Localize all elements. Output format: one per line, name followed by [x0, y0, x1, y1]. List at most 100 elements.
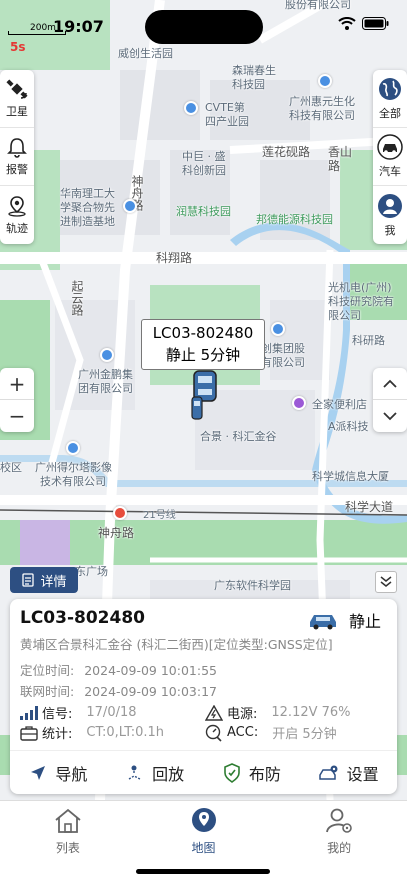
route-icon — [128, 765, 141, 780]
alarm-button[interactable]: 报警 — [0, 128, 34, 186]
tab-list[interactable]: 列表 — [0, 801, 136, 883]
tab-list-label: 列表 — [55, 841, 80, 855]
satellite-icon — [6, 79, 28, 99]
arm-label: 布防 — [248, 764, 281, 784]
vehicle-status: 静止 — [307, 608, 381, 632]
location-pin-icon — [8, 195, 26, 217]
vehicle-status-text: 静止 — [348, 612, 381, 631]
vehicle-info-bubble[interactable]: LC03-802480 静止 5分钟 — [141, 319, 265, 370]
poi-marker-icon[interactable] — [123, 199, 137, 213]
map-label: 森瑞春生 — [232, 64, 276, 77]
briefcase-icon — [20, 725, 38, 741]
power-label: 电源: — [227, 707, 258, 722]
next-vehicle-button[interactable] — [373, 400, 407, 432]
satellite-button[interactable]: 卫星 — [0, 70, 34, 128]
map-label: 威创生活园 — [118, 47, 173, 60]
net-time-label: 联网时间: — [20, 684, 75, 699]
arm-button[interactable]: 布防 — [204, 751, 301, 794]
zoom-in-button[interactable]: + — [0, 368, 34, 400]
navigate-label: 导航 — [55, 764, 88, 784]
globe-icon — [379, 78, 401, 100]
net-time-value: 2024-09-09 10:03:17 — [84, 684, 217, 699]
dynamic-island — [145, 10, 263, 44]
map-label: 润慧科技园 — [176, 205, 231, 218]
metro-station-icon[interactable] — [113, 506, 127, 520]
navigate-button[interactable]: 导航 — [10, 751, 107, 794]
vehicle-marker-icon[interactable] — [190, 369, 220, 421]
poi-marker-icon[interactable] — [66, 441, 80, 455]
track-button[interactable]: 轨迹 — [0, 186, 34, 244]
poi-marker-icon[interactable] — [292, 396, 306, 410]
map-label: 香山 — [328, 145, 353, 159]
poi-marker-icon[interactable] — [318, 74, 332, 88]
map-pin-icon — [191, 808, 216, 832]
user-settings-icon — [326, 808, 352, 833]
bubble-plate: LC03-802480 — [152, 324, 254, 342]
zoom-out-button[interactable]: − — [0, 400, 34, 432]
map-label: A派科技 — [328, 420, 369, 433]
battery-icon — [362, 17, 389, 30]
stats-label: 统计: — [42, 727, 73, 742]
tab-mine[interactable]: 我的 — [271, 801, 407, 883]
vehicle-address: 黄埔区合景科汇金谷 (科汇二街西)[定位类型:GNSS定位] — [20, 637, 333, 652]
map-label: 限公司 — [328, 309, 361, 322]
refresh-countdown: 5s — [10, 40, 26, 54]
map-label: 广州得尔塔影像 — [35, 461, 112, 474]
map-label: 广州金鹏集 — [78, 368, 133, 381]
stats-metric: 统计: CT:0,LT:0.1h — [20, 723, 164, 742]
net-time-row: 联网时间: 2024-09-09 10:03:17 — [20, 681, 217, 700]
acc-value: 开启 5分钟 — [272, 727, 337, 742]
playback-button[interactable]: 回放 — [107, 751, 204, 794]
signal-label: 信号: — [42, 707, 73, 722]
chevron-down-icon — [383, 412, 397, 421]
map-label: 技术有限公司 — [40, 475, 106, 488]
poi-marker-icon[interactable] — [271, 322, 285, 336]
map-label: 广州惠元生化 — [289, 95, 355, 108]
stats-value: CT:0,LT:0.1h — [86, 725, 165, 740]
map-label: 团有限公司 — [78, 382, 133, 395]
map-label: 学聚合物先 — [60, 201, 115, 214]
document-icon — [22, 573, 35, 587]
detail-tab-button[interactable]: 详情 — [10, 567, 78, 593]
filter-all-button[interactable]: 全部 — [373, 70, 407, 128]
acc-metric: ACC: 开启 5分钟 — [205, 723, 337, 742]
chevron-up-icon — [383, 379, 397, 388]
map-label: 21号线 — [143, 510, 176, 521]
car-status-icon — [309, 615, 336, 630]
power-warning-icon — [205, 704, 223, 721]
map-label: 神舟路 — [98, 526, 135, 540]
car-icon — [377, 134, 403, 160]
previous-vehicle-button[interactable] — [373, 368, 407, 400]
map-label: 合景 · 科汇金谷 — [200, 430, 277, 443]
settings-button[interactable]: 设置 — [300, 751, 397, 794]
power-metric: 电源: 12.12V 76% — [205, 703, 351, 722]
filter-me-label: 我 — [384, 223, 396, 237]
map-label: 东广场 — [75, 565, 108, 578]
signal-bars-icon — [20, 705, 38, 720]
home-icon — [55, 808, 81, 833]
detail-tab-label: 详情 — [40, 574, 67, 590]
locate-time-label: 定位时间: — [20, 663, 75, 678]
filter-car-label: 汽车 — [379, 165, 401, 178]
locate-time-row: 定位时间: 2024-09-09 10:01:55 — [20, 660, 217, 679]
map-label: CVTE第 — [205, 101, 245, 114]
home-indicator — [136, 869, 270, 874]
tab-mine-label: 我的 — [327, 841, 352, 855]
map-label: 科学城信息大厦 — [312, 470, 389, 483]
map-label: 中巨 · 盛 — [182, 150, 226, 163]
left-tool-panel: 卫星 报警 轨迹 — [0, 70, 34, 244]
poi-marker-icon[interactable] — [100, 348, 114, 362]
status-icons — [338, 17, 389, 30]
map-label: 科技有限公司 — [289, 109, 355, 122]
power-value: 12.12V 76% — [271, 705, 351, 720]
wifi-icon — [338, 17, 356, 30]
filter-car-button[interactable]: 汽车 — [373, 128, 407, 186]
vehicle-detail-card: LC03-802480 静止 黄埔区合景科汇金谷 (科汇二街西)[定位类型:GN… — [10, 599, 397, 794]
collapse-panel-button[interactable] — [375, 571, 397, 593]
alarm-label: 报警 — [6, 163, 28, 176]
shield-icon — [224, 762, 240, 783]
filter-me-button[interactable]: 我 — [373, 186, 407, 244]
poi-marker-icon[interactable] — [184, 101, 198, 115]
locate-time-value: 2024-09-09 10:01:55 — [84, 663, 217, 678]
map-label: 路 — [328, 159, 341, 173]
